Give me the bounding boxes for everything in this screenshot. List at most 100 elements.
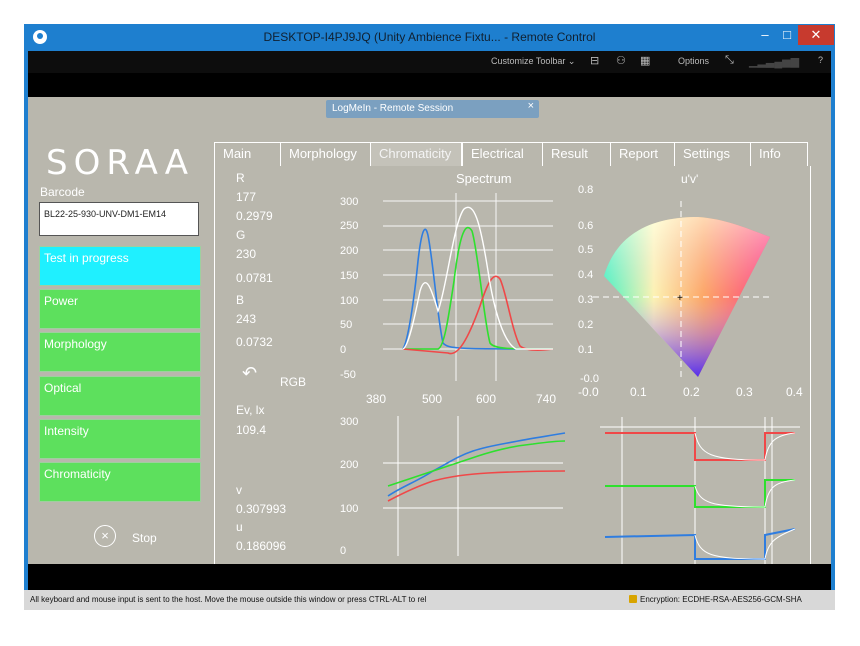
ev-label: Ev, lx	[236, 403, 265, 417]
u-value: 0.186096	[236, 539, 287, 553]
r-label: R	[236, 171, 245, 185]
remote-top-band	[28, 73, 831, 97]
b-value: 243	[236, 312, 257, 326]
spec-xtick-380: 380	[366, 392, 386, 406]
trend-ytick-100: 100	[340, 503, 358, 515]
status-power: Power	[39, 289, 201, 329]
stop-button[interactable]: × Stop	[94, 525, 184, 551]
wave-blue-fit	[694, 528, 796, 560]
b-label: B	[236, 293, 245, 307]
intensity-trend-chart: 300 200 100 0	[340, 416, 566, 557]
expand-icon[interactable]: ⤡	[725, 54, 734, 67]
grid-icon[interactable]: ▦	[640, 54, 650, 67]
spectrum-red-line	[402, 275, 554, 355]
spectrum-chart: Spectrum 300 250 200 150 100 50 0 -50 38…	[340, 171, 556, 406]
v-label: v	[236, 483, 242, 497]
customize-toolbar-button[interactable]: Customize Toolbar ⌄	[491, 56, 575, 67]
g-label: G	[236, 228, 246, 242]
logmein-title: LogMeIn - Remote Session	[332, 103, 454, 114]
maximize-icon[interactable]: □	[776, 25, 798, 45]
tab-electrical[interactable]: Electrical	[462, 142, 542, 166]
status-optical: Optical	[39, 376, 201, 416]
barcode-label: Barcode	[40, 185, 85, 199]
v-value: 0.307993	[236, 502, 287, 516]
cie-xtick-0.2: 0.2	[683, 385, 700, 399]
cie-xtick-0.4: 0.4	[786, 385, 803, 399]
window-icon[interactable]: ⊟	[590, 54, 599, 67]
cie-xtick-0.0: -0.0	[578, 385, 599, 399]
brand-logo: SORAA	[46, 143, 195, 183]
cie-ytick-0.0: -0.0	[580, 373, 599, 385]
u-label: u	[236, 520, 243, 534]
status-chromaticity: Chromaticity	[39, 462, 201, 502]
tab-chromaticity[interactable]: Chromaticity	[370, 142, 462, 166]
spec-ytick-50: 50	[340, 319, 352, 331]
tab-report[interactable]: Report	[610, 142, 674, 166]
status-morphology: Morphology	[39, 332, 201, 372]
logmein-session-banner: LogMeIn - Remote Session ×	[326, 100, 539, 118]
cie-xtick-0.3: 0.3	[736, 385, 753, 399]
close-icon[interactable]: ✕	[798, 25, 834, 45]
tab-info[interactable]: Info	[750, 142, 808, 166]
spec-ytick-100: 100	[340, 295, 358, 307]
spec-ytick-150: 150	[340, 270, 358, 282]
trend-blue-line	[387, 432, 566, 497]
trend-ytick-200: 200	[340, 459, 358, 471]
spec-ytick-0: 0	[340, 344, 346, 356]
ev-value: 109.4	[236, 423, 267, 437]
status-intensity: Intensity	[39, 419, 201, 459]
tab-settings[interactable]: Settings	[674, 142, 750, 166]
cie-marker: +	[677, 293, 683, 304]
cie-ytick-0.2: 0.2	[578, 319, 593, 331]
cie-ytick-0.8: 0.8	[578, 184, 593, 196]
barcode-input[interactable]: BL22-25-930-UNV-DM1-EM14	[39, 202, 199, 236]
remote-toolbar: Customize Toolbar ⌄ ⊟ ⚇ ▦ Options ⤡ ▁▂▃▄…	[28, 51, 831, 73]
b-ratio: 0.0732	[236, 335, 273, 349]
remote-bottom-band	[28, 564, 831, 590]
spectrum-title: Spectrum	[456, 171, 512, 186]
help-button[interactable]: ?	[818, 55, 823, 65]
cie-ytick-0.6: 0.6	[578, 220, 593, 232]
signal-bars-icon: ▁▂▃▄▅▆	[749, 56, 800, 68]
rotate-icon[interactable]: ↶	[242, 363, 257, 384]
cie-title: u'v'	[681, 172, 698, 186]
window-title: DESKTOP-I4PJ9JQ (Unity Ambience Fixtu...…	[263, 30, 596, 44]
encryption-status: Encryption: ECDHE-RSA-AES256-GCM-SHA	[629, 595, 802, 604]
cie-uv-chart: u'v' + 0.8 0.6 0.5 0.4 0.3 0.2 0.1 -0.0 …	[578, 172, 803, 399]
trend-ytick-0: 0	[340, 545, 346, 557]
r-ratio: 0.2979	[236, 209, 273, 223]
cie-xtick-0.1: 0.1	[630, 385, 647, 399]
title-bar: DESKTOP-I4PJ9JQ (Unity Ambience Fixtu...…	[24, 24, 835, 51]
rgb-label: RGB	[280, 375, 307, 389]
cie-ytick-0.1: 0.1	[578, 344, 593, 356]
wave-green-fit	[694, 479, 796, 508]
trend-red-line	[387, 470, 566, 502]
spec-xtick-740: 740	[536, 392, 556, 406]
trend-ytick-300: 300	[340, 416, 358, 428]
share-icon[interactable]: ⚇	[616, 54, 626, 67]
spectrum-blue-line	[402, 228, 554, 350]
tab-morphology[interactable]: Morphology	[280, 142, 370, 166]
logmein-close-icon[interactable]: ×	[528, 100, 534, 112]
options-button[interactable]: Options	[678, 56, 709, 66]
cie-ytick-0.4: 0.4	[578, 269, 593, 281]
status-bar-message: All keyboard and mouse input is sent to …	[30, 595, 427, 604]
status-bar: All keyboard and mouse input is sent to …	[24, 590, 835, 610]
minimize-icon[interactable]: –	[754, 25, 776, 45]
waveform-chart	[600, 417, 800, 565]
tab-main[interactable]: Main	[214, 142, 280, 166]
status-test-in-progress: Test in progress	[39, 246, 201, 286]
encryption-label: Encryption: ECDHE-RSA-AES256-GCM-SHA	[640, 595, 802, 604]
spec-xtick-500: 500	[422, 392, 442, 406]
g-value: 230	[236, 247, 257, 261]
r-value: 177	[236, 190, 257, 204]
spec-xtick-600: 600	[476, 392, 496, 406]
lock-icon	[629, 595, 637, 603]
tab-result[interactable]: Result	[542, 142, 610, 166]
wave-red-fit	[694, 432, 796, 461]
spectrum-green-line	[403, 226, 554, 350]
spec-ytick-200: 200	[340, 245, 358, 257]
stop-label: Stop	[132, 531, 157, 545]
remote-control-window: DESKTOP-I4PJ9JQ (Unity Ambience Fixtu...…	[24, 24, 835, 610]
spec-ytick-300: 300	[340, 196, 358, 208]
